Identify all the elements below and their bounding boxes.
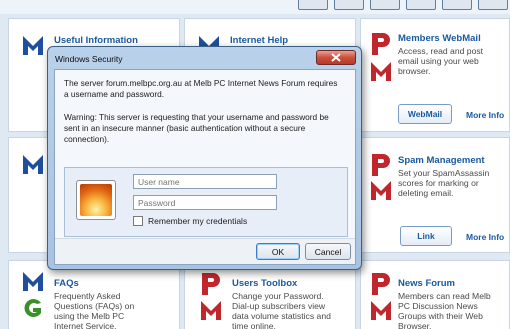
card-title[interactable]: Useful Information [54,35,138,46]
dialog-message: The server forum.melbpc.org.au at Melb P… [64,78,338,99]
melbpc-m-logo-icon [371,301,391,320]
username-field[interactable] [133,174,277,189]
card-spam-management: Spam Management Set your SpamAssassin sc… [360,137,510,253]
melbpc-p-logo-icon [372,273,390,295]
card-title[interactable]: Users Toolbox [232,278,297,289]
remember-credentials-row[interactable]: Remember my credentials [133,216,247,226]
remember-credentials-label: Remember my credentials [148,216,248,226]
melbpc-m-logo-icon [371,62,391,81]
windows-security-dialog: Windows Security The server forum.melbpc… [47,46,362,270]
card-faqs: FAQs Frequently Asked Questions (FAQs) o… [8,260,180,329]
card-description: Set your SpamAssassin scores for marking… [398,168,490,198]
card-description: Members can read Melb PC Discussion News… [398,291,491,329]
nav-tab-button[interactable] [298,0,328,10]
card-description: Change your Password. Dial-up subscriber… [232,291,331,329]
nav-tab-button[interactable] [370,0,400,10]
melbpc-m-logo-icon [371,181,391,200]
melbpc-m-logo-icon [23,272,43,291]
card-title[interactable]: Internet Help [230,35,288,46]
melbpc-m-logo-icon [201,301,221,320]
card-users-toolbox: Users Toolbox Change your Password. Dial… [184,260,356,329]
close-button[interactable] [316,50,356,65]
webmail-button[interactable]: WebMail [398,104,452,124]
browser-top-strip [0,0,510,14]
dialog-title: Windows Security [55,54,123,64]
dialog-warning: Warning: This server is requesting that … [64,112,329,144]
user-tile-avatar [76,180,116,220]
melbpc-g-logo-icon [24,299,41,317]
card-title[interactable]: News Forum [398,278,455,289]
melbpc-m-logo-icon [23,155,43,174]
dialog-footer: OK Cancel [55,238,355,264]
card-news-forum: News Forum Members can read Melb PC Disc… [360,260,510,329]
close-icon [331,53,341,62]
card-title[interactable]: Spam Management [398,155,485,166]
melbpc-p-logo-icon [202,273,220,295]
card-description: Access, read and post email using your w… [398,46,484,76]
nav-tab-button[interactable] [442,0,472,10]
nav-tab-button[interactable] [334,0,364,10]
nav-tab-button[interactable] [406,0,436,10]
ok-button[interactable]: OK [256,243,300,260]
more-info-link[interactable]: More Info [466,110,504,120]
card-title[interactable]: Members WebMail [398,33,481,44]
melbpc-p-logo-icon [372,33,390,55]
cancel-button[interactable]: Cancel [305,243,351,260]
password-field[interactable] [133,195,277,210]
card-description: Frequently Asked Questions (FAQs) on usi… [54,291,135,329]
melbpc-p-logo-icon [372,154,390,176]
melbpc-m-logo-icon [23,36,43,55]
credential-panel: Remember my credentials [64,167,348,237]
more-info-link[interactable]: More Info [466,232,504,242]
dialog-body: The server forum.melbpc.org.au at Melb P… [54,69,356,265]
card-members-webmail: Members WebMail Access, read and post em… [360,18,510,132]
remember-credentials-checkbox[interactable] [133,216,143,226]
card-title[interactable]: FAQs [54,278,79,289]
link-button[interactable]: Link [400,226,452,246]
nav-tab-button[interactable] [478,0,508,10]
